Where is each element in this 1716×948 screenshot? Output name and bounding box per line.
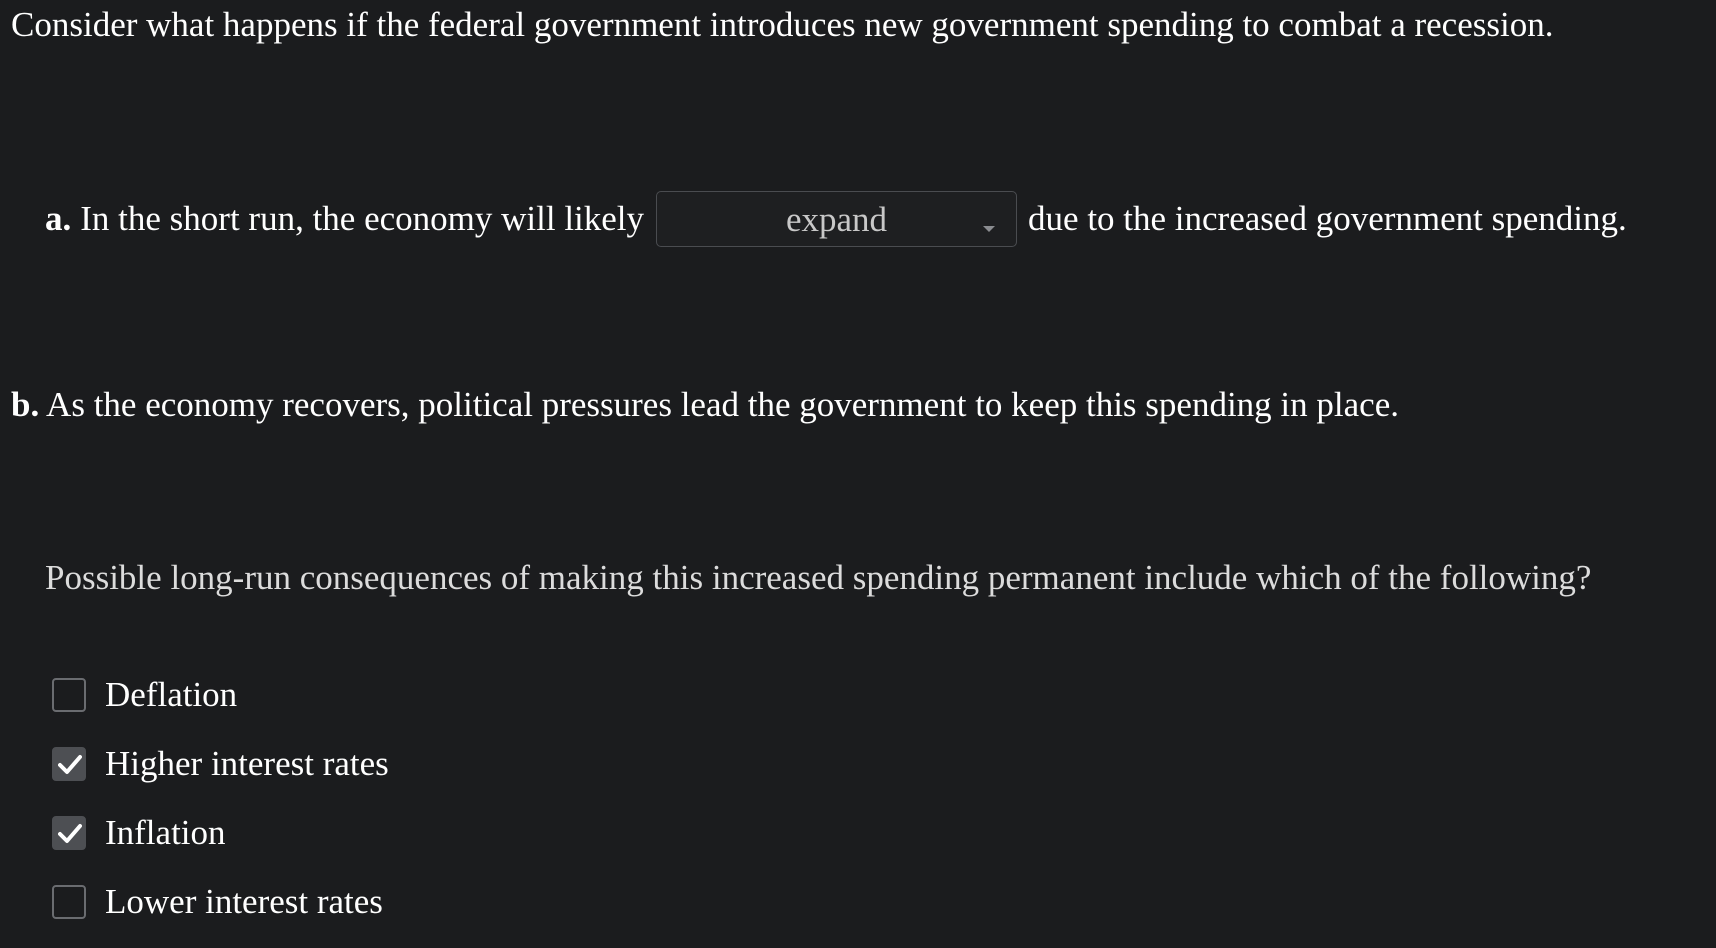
part-a-label: a. [45, 199, 72, 238]
part-b-text: As the economy recovers, political press… [46, 385, 1399, 424]
checkbox-inflation[interactable] [52, 816, 86, 850]
intro-text: Consider what happens if the federal gov… [11, 5, 1554, 44]
part-b-row: b. As the economy recovers, political pr… [11, 382, 1399, 428]
part-a-text-before: In the short run, the economy will likel… [80, 199, 645, 238]
option-label: Inflation [105, 813, 226, 852]
question-text: Possible long-run consequences of making… [45, 558, 1592, 597]
option-deflation[interactable]: Deflation [52, 675, 237, 715]
option-label: Lower interest rates [105, 882, 383, 921]
option-inflation[interactable]: Inflation [52, 813, 226, 853]
check-icon [58, 755, 82, 774]
part-a-row: a. In the short run, the economy will li… [45, 190, 1627, 248]
checkbox-lower-interest-rates[interactable] [52, 885, 86, 919]
economy-direction-select[interactable]: expand [656, 191, 1018, 247]
part-a-text-after: due to the increased government spending… [1028, 199, 1627, 238]
checkbox-higher-interest-rates[interactable] [52, 747, 86, 781]
part-b-label: b. [11, 385, 40, 424]
option-higher-interest-rates[interactable]: Higher interest rates [52, 744, 389, 784]
option-label: Deflation [105, 675, 238, 714]
check-icon [58, 824, 82, 843]
caret-down-icon [983, 226, 996, 232]
option-lower-interest-rates[interactable]: Lower interest rates [52, 882, 383, 922]
select-value: expand [785, 200, 888, 239]
checkbox-deflation[interactable] [52, 678, 86, 712]
option-label: Higher interest rates [105, 744, 389, 783]
